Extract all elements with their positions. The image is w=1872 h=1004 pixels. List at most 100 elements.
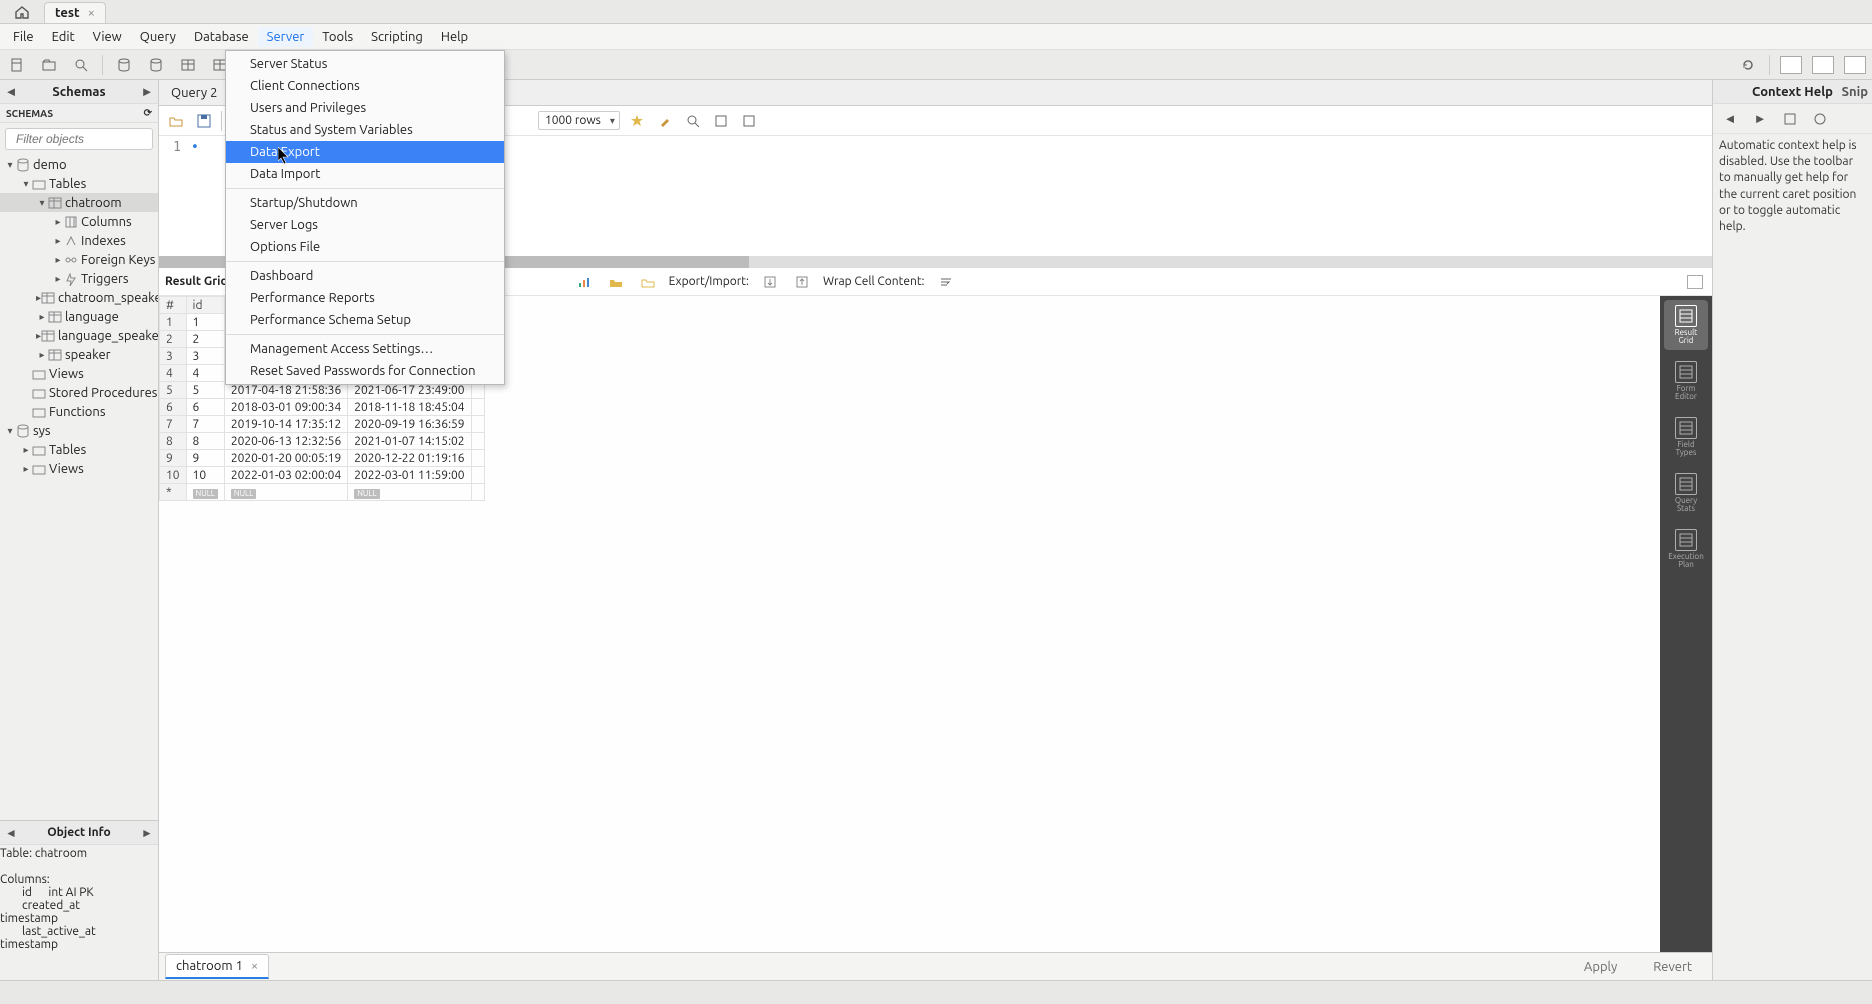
server-menu-item[interactable]: Data Import	[226, 163, 504, 185]
folder-icon	[32, 443, 46, 457]
table-row[interactable]: 772019-10-14 17:35:122020-09-19 16:36:59	[160, 416, 485, 433]
menu-scripting[interactable]: Scripting	[362, 27, 432, 47]
server-menu-item[interactable]: Status and System Variables	[226, 119, 504, 141]
tree-item[interactable]: ▸Triggers	[0, 269, 158, 288]
server-menu-item[interactable]: Startup/Shutdown	[226, 192, 504, 214]
wrap-button[interactable]	[738, 110, 760, 132]
home-button[interactable]	[0, 0, 44, 23]
tree-item[interactable]: Views	[0, 364, 158, 383]
tree-item[interactable]: ▸Columns	[0, 212, 158, 231]
result-view-tab[interactable]: Execution Plan	[1664, 524, 1708, 574]
result-grid[interactable]: #id1122332020-02-10 21:12:522020-08-27 1…	[159, 296, 1660, 952]
limit-rows-select[interactable]: 1000 rows	[538, 111, 620, 130]
export-folder-button[interactable]	[605, 271, 627, 293]
help-manual-button[interactable]	[1779, 108, 1801, 130]
server-menu[interactable]: Server StatusClient ConnectionsUsers and…	[225, 50, 505, 385]
open-script-button[interactable]	[165, 110, 187, 132]
import-button[interactable]	[791, 271, 813, 293]
help-back-button[interactable]: ◄	[1719, 108, 1741, 130]
tree-item[interactable]: ▸Indexes	[0, 231, 158, 250]
table-row[interactable]: 662018-03-01 09:00:342018-11-18 18:45:04	[160, 399, 485, 416]
menu-help[interactable]: Help	[432, 27, 477, 47]
help-auto-button[interactable]	[1809, 108, 1831, 130]
server-menu-item[interactable]: Options File	[226, 236, 504, 258]
server-menu-item[interactable]: Data Export	[226, 141, 504, 163]
menu-query[interactable]: Query	[131, 27, 185, 47]
tree-item[interactable]: ▾demo	[0, 155, 158, 174]
close-icon[interactable]: ×	[251, 959, 258, 973]
tree-item[interactable]: ▸speaker	[0, 345, 158, 364]
server-menu-item[interactable]: Client Connections	[226, 75, 504, 97]
nav-next-button[interactable]: ►	[138, 83, 156, 101]
oi-prev-button[interactable]: ◄	[2, 824, 20, 842]
table-row[interactable]: 992020-01-20 00:05:192020-12-22 01:19:16	[160, 450, 485, 467]
tree-item[interactable]: ▸Tables	[0, 440, 158, 459]
server-menu-item[interactable]: Management Access Settings…	[226, 338, 504, 360]
beautify-button[interactable]	[626, 110, 648, 132]
toggle-output-button[interactable]	[1812, 56, 1834, 74]
toggle-sidebar-button[interactable]	[1780, 56, 1802, 74]
save-script-button[interactable]	[193, 110, 215, 132]
tree-item[interactable]: Functions	[0, 402, 158, 421]
toolbar-btn-4[interactable]	[113, 54, 135, 76]
revert-button[interactable]: Revert	[1639, 956, 1706, 978]
toolbar-btn-5[interactable]	[145, 54, 167, 76]
connection-tab[interactable]: test ×	[44, 2, 106, 23]
schema-filter[interactable]	[5, 128, 153, 150]
brush-button[interactable]	[654, 110, 676, 132]
server-menu-item[interactable]: Performance Reports	[226, 287, 504, 309]
tree-item[interactable]: ▾chatroom	[0, 193, 158, 212]
toggle-secondary-sidebar-button[interactable]	[1844, 56, 1866, 74]
menu-view[interactable]: View	[84, 27, 131, 47]
new-sql-tab-button[interactable]	[6, 54, 28, 76]
tree-item[interactable]: ▾Tables	[0, 174, 158, 193]
result-view-tab[interactable]: Field Types	[1664, 412, 1708, 462]
schema-tree[interactable]: ▾demo▾Tables▾chatroom▸Columns▸Indexes▸Fo…	[0, 155, 158, 820]
help-forward-button[interactable]: ►	[1749, 108, 1771, 130]
tree-item[interactable]: ▸language_speaker	[0, 326, 158, 345]
close-icon[interactable]: ×	[88, 6, 95, 20]
open-sql-button[interactable]	[38, 54, 60, 76]
menu-database[interactable]: Database	[185, 27, 258, 47]
schema-filter-input[interactable]	[14, 131, 159, 147]
menu-edit[interactable]: Edit	[43, 27, 84, 47]
import-folder-button[interactable]	[637, 271, 659, 293]
query-tab[interactable]: Query 2	[159, 82, 230, 104]
toggle-result-pane-button[interactable]	[1684, 271, 1706, 293]
refresh-schemas-icon[interactable]: ⟳	[144, 107, 152, 119]
table-row[interactable]: 882020-06-13 12:32:562021-01-07 14:15:02	[160, 433, 485, 450]
snippets-tab[interactable]: Snip	[1842, 85, 1868, 99]
inspector-button[interactable]	[70, 54, 92, 76]
reconnect-button[interactable]	[1737, 54, 1759, 76]
menu-tools[interactable]: Tools	[313, 27, 362, 47]
table-row[interactable]: 10102022-01-03 02:00:042022-03-01 11:59:…	[160, 467, 485, 484]
result-view-tab[interactable]: Result Grid	[1664, 300, 1708, 350]
result-view-tab[interactable]: Query Stats	[1664, 468, 1708, 518]
tree-item[interactable]: ▾sys	[0, 421, 158, 440]
export-button[interactable]	[759, 271, 781, 293]
menu-server[interactable]: Server	[258, 27, 314, 47]
tree-item[interactable]: ▸language	[0, 307, 158, 326]
find-button[interactable]	[682, 110, 704, 132]
server-menu-item[interactable]: Dashboard	[226, 265, 504, 287]
server-menu-item[interactable]: Users and Privileges	[226, 97, 504, 119]
toggle-invisible-button[interactable]	[710, 110, 732, 132]
tree-item[interactable]: ▸chatroom_speaker	[0, 288, 158, 307]
chart-button[interactable]	[573, 271, 595, 293]
server-menu-item[interactable]: Performance Schema Setup	[226, 309, 504, 331]
oi-next-button[interactable]: ►	[138, 824, 156, 842]
tree-item[interactable]: Stored Procedures	[0, 383, 158, 402]
server-menu-item[interactable]: Server Status	[226, 53, 504, 75]
toolbar-btn-6[interactable]	[177, 54, 199, 76]
apply-button[interactable]: Apply	[1570, 956, 1631, 978]
result-tab[interactable]: chatroom 1 ×	[165, 954, 269, 979]
server-menu-item[interactable]: Server Logs	[226, 214, 504, 236]
menu-file[interactable]: File	[4, 27, 43, 47]
tree-item[interactable]: ▸Foreign Keys	[0, 250, 158, 269]
wrap-cell-button[interactable]	[935, 271, 957, 293]
nav-prev-button[interactable]: ◄	[2, 83, 20, 101]
result-view-tab[interactable]: Form Editor	[1664, 356, 1708, 406]
table-row-new[interactable]: *NULLNULLNULL	[160, 484, 485, 501]
tree-item[interactable]: ▸Views	[0, 459, 158, 478]
server-menu-item[interactable]: Reset Saved Passwords for Connection	[226, 360, 504, 382]
